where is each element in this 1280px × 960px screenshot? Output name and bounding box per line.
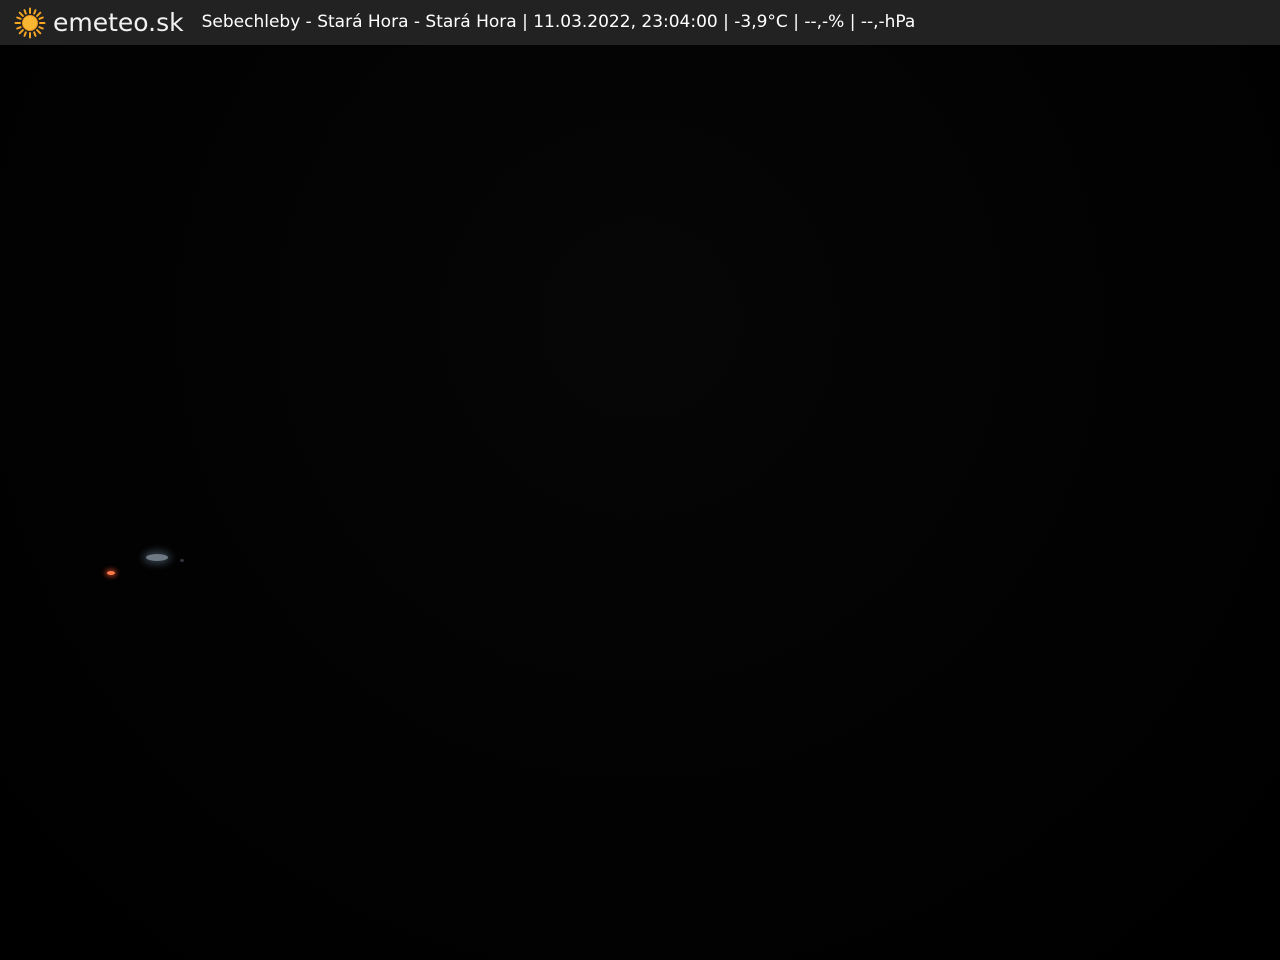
webcam-info-bar: emeteo.sk Sebechleby - Stará Hora - Star… [0,0,1280,45]
webcam-caption: Sebechleby - Stará Hora - Stará Hora | 1… [201,12,916,32]
distant-dim-light [180,559,184,562]
webcam-frame: emeteo.sk Sebechleby - Stará Hora - Star… [0,0,1280,960]
distant-white-light [146,554,168,561]
distant-red-light [107,571,115,575]
emeteo-logo[interactable]: emeteo.sk [14,0,184,45]
brand-name: emeteo.sk [53,8,184,37]
sun-icon [14,7,46,38]
webcam-image [0,45,1280,960]
